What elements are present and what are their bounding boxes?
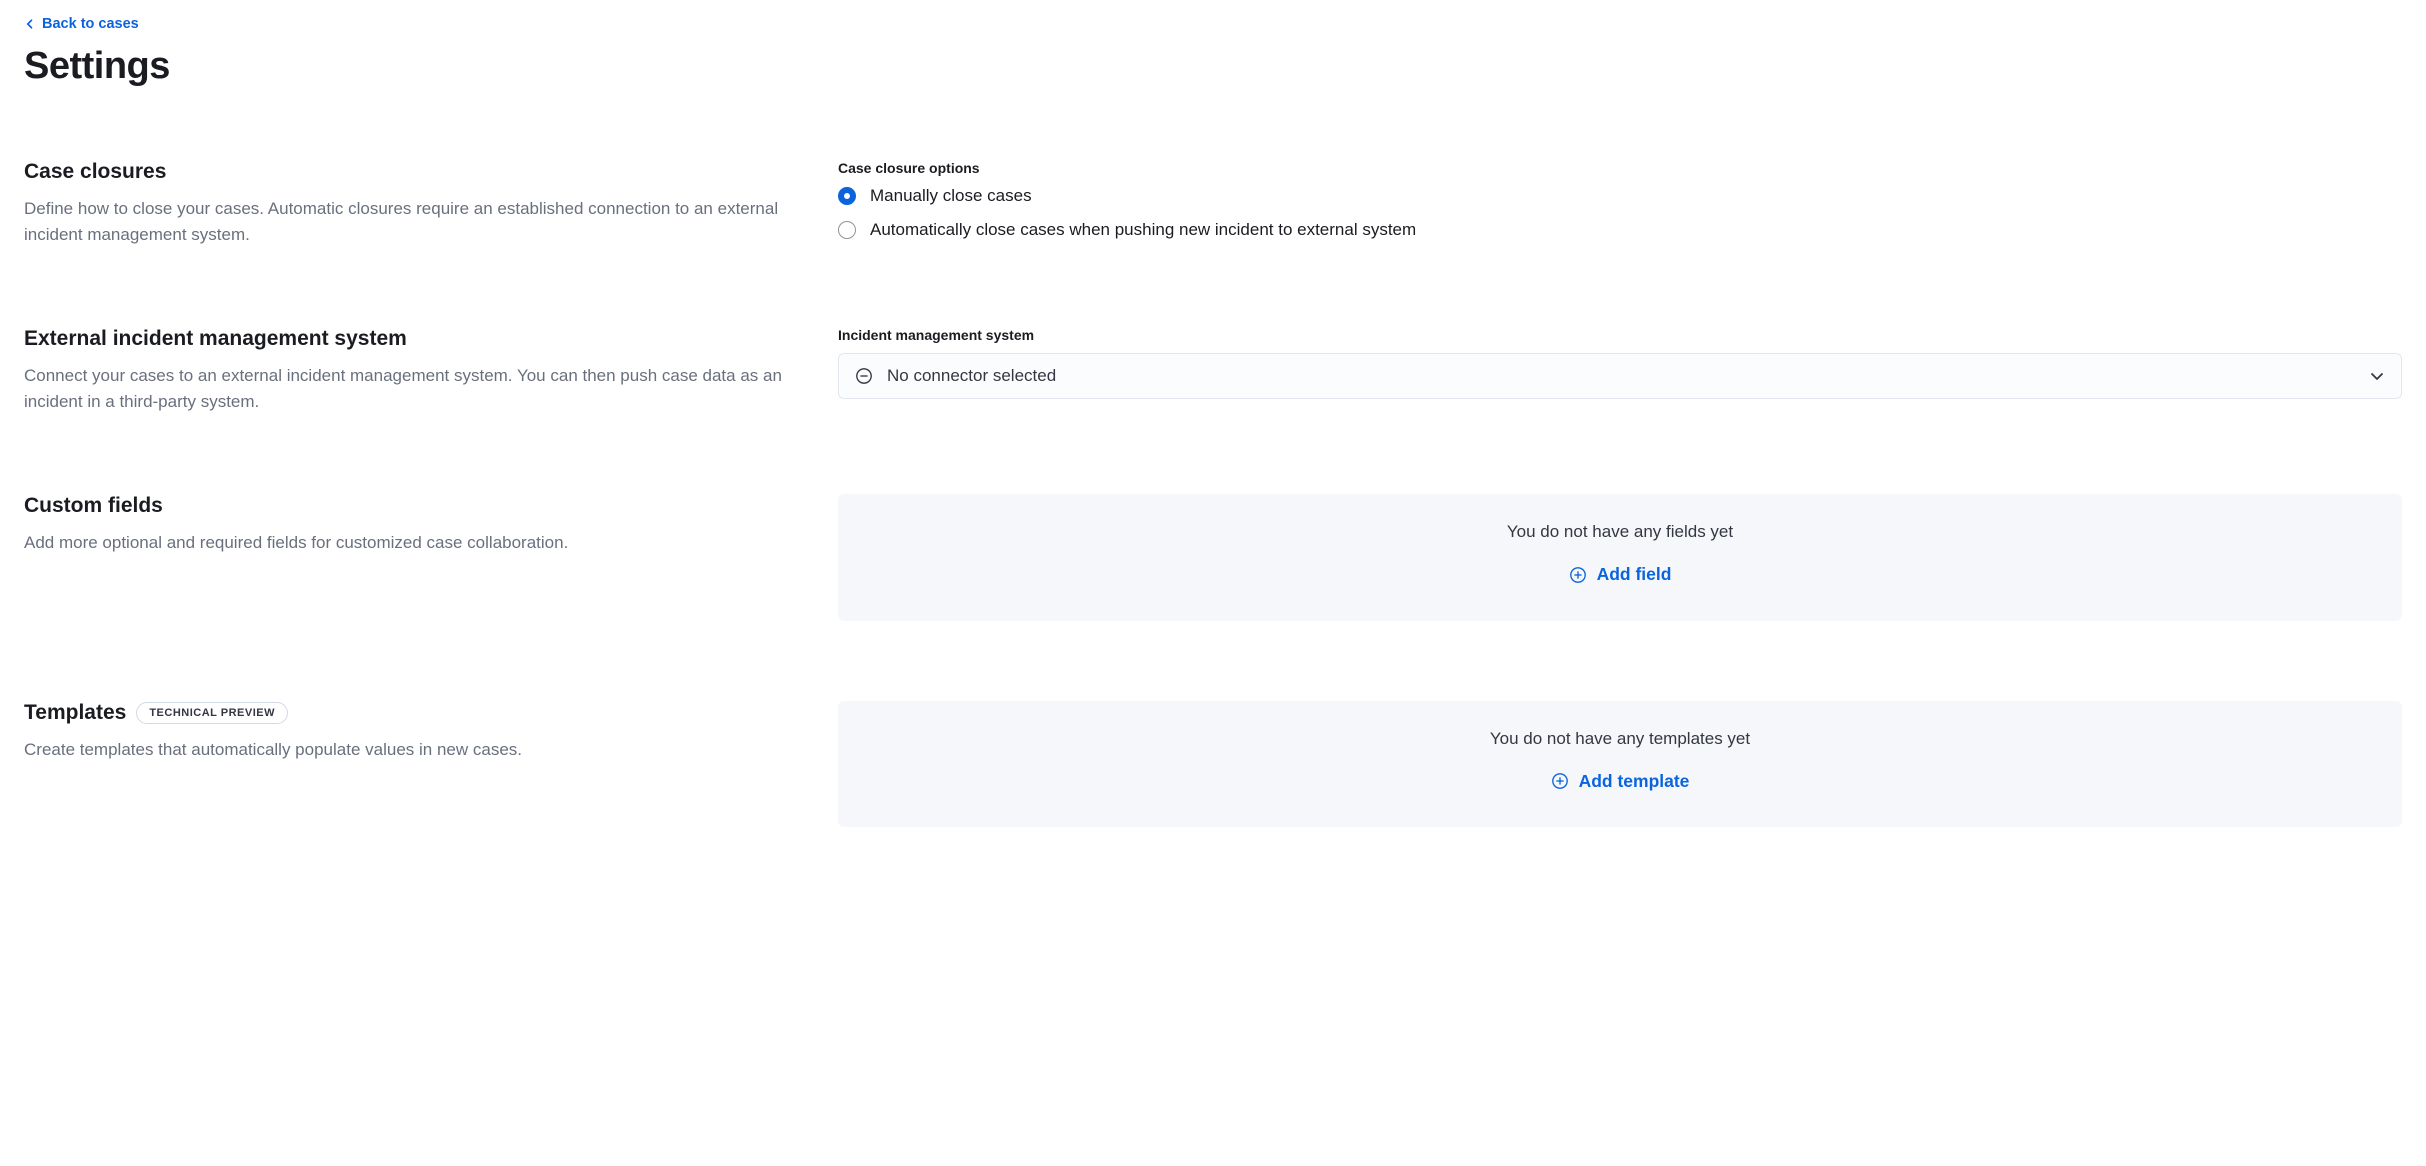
add-template-label: Add template	[1579, 771, 1690, 792]
external-system-desc: Connect your cases to an external incide…	[24, 363, 798, 414]
plus-circle-icon	[1551, 772, 1569, 790]
connector-select[interactable]: No connector selected	[838, 353, 2402, 399]
chevron-left-icon	[24, 18, 36, 30]
page-title: Settings	[24, 45, 2402, 88]
custom-fields-empty-panel: You do not have any fields yet Add field	[838, 494, 2402, 621]
radio-manual-label: Manually close cases	[870, 186, 1032, 206]
section-custom-fields: Custom fields Add more optional and requ…	[24, 494, 2402, 621]
radio-auto-close[interactable]: Automatically close cases when pushing n…	[838, 220, 2402, 240]
add-field-button[interactable]: Add field	[1569, 564, 1672, 585]
radio-indicator-icon	[838, 187, 856, 205]
custom-fields-empty-text: You do not have any fields yet	[862, 522, 2378, 542]
case-closure-options-label: Case closure options	[838, 160, 2402, 176]
radio-auto-label: Automatically close cases when pushing n…	[870, 220, 1416, 240]
templates-heading: Templates TECHNICAL PREVIEW	[24, 701, 798, 725]
connector-select-value: No connector selected	[887, 366, 1056, 386]
add-template-button[interactable]: Add template	[1551, 771, 1690, 792]
templates-desc: Create templates that automatically popu…	[24, 737, 798, 763]
section-external-system: External incident management system Conn…	[24, 327, 2402, 414]
templates-empty-text: You do not have any templates yet	[862, 729, 2378, 749]
section-templates: Templates TECHNICAL PREVIEW Create templ…	[24, 701, 2402, 828]
add-field-label: Add field	[1597, 564, 1672, 585]
case-closures-heading: Case closures	[24, 160, 798, 184]
back-link-label: Back to cases	[42, 16, 139, 32]
templates-heading-text: Templates	[24, 701, 126, 725]
custom-fields-desc: Add more optional and required fields fo…	[24, 530, 798, 556]
radio-indicator-icon	[838, 221, 856, 239]
back-to-cases-link[interactable]: Back to cases	[24, 16, 139, 32]
chevron-down-icon	[2369, 368, 2385, 384]
external-system-heading: External incident management system	[24, 327, 798, 351]
case-closures-desc: Define how to close your cases. Automati…	[24, 196, 798, 247]
templates-empty-panel: You do not have any templates yet Add te…	[838, 701, 2402, 828]
minus-circle-icon	[855, 367, 873, 385]
radio-manual-close[interactable]: Manually close cases	[838, 186, 2402, 206]
custom-fields-heading: Custom fields	[24, 494, 798, 518]
section-case-closures: Case closures Define how to close your c…	[24, 160, 2402, 247]
case-closure-radio-group: Manually close cases Automatically close…	[838, 186, 2402, 240]
plus-circle-icon	[1569, 566, 1587, 584]
technical-preview-badge: TECHNICAL PREVIEW	[136, 702, 288, 724]
incident-system-label: Incident management system	[838, 327, 2402, 343]
